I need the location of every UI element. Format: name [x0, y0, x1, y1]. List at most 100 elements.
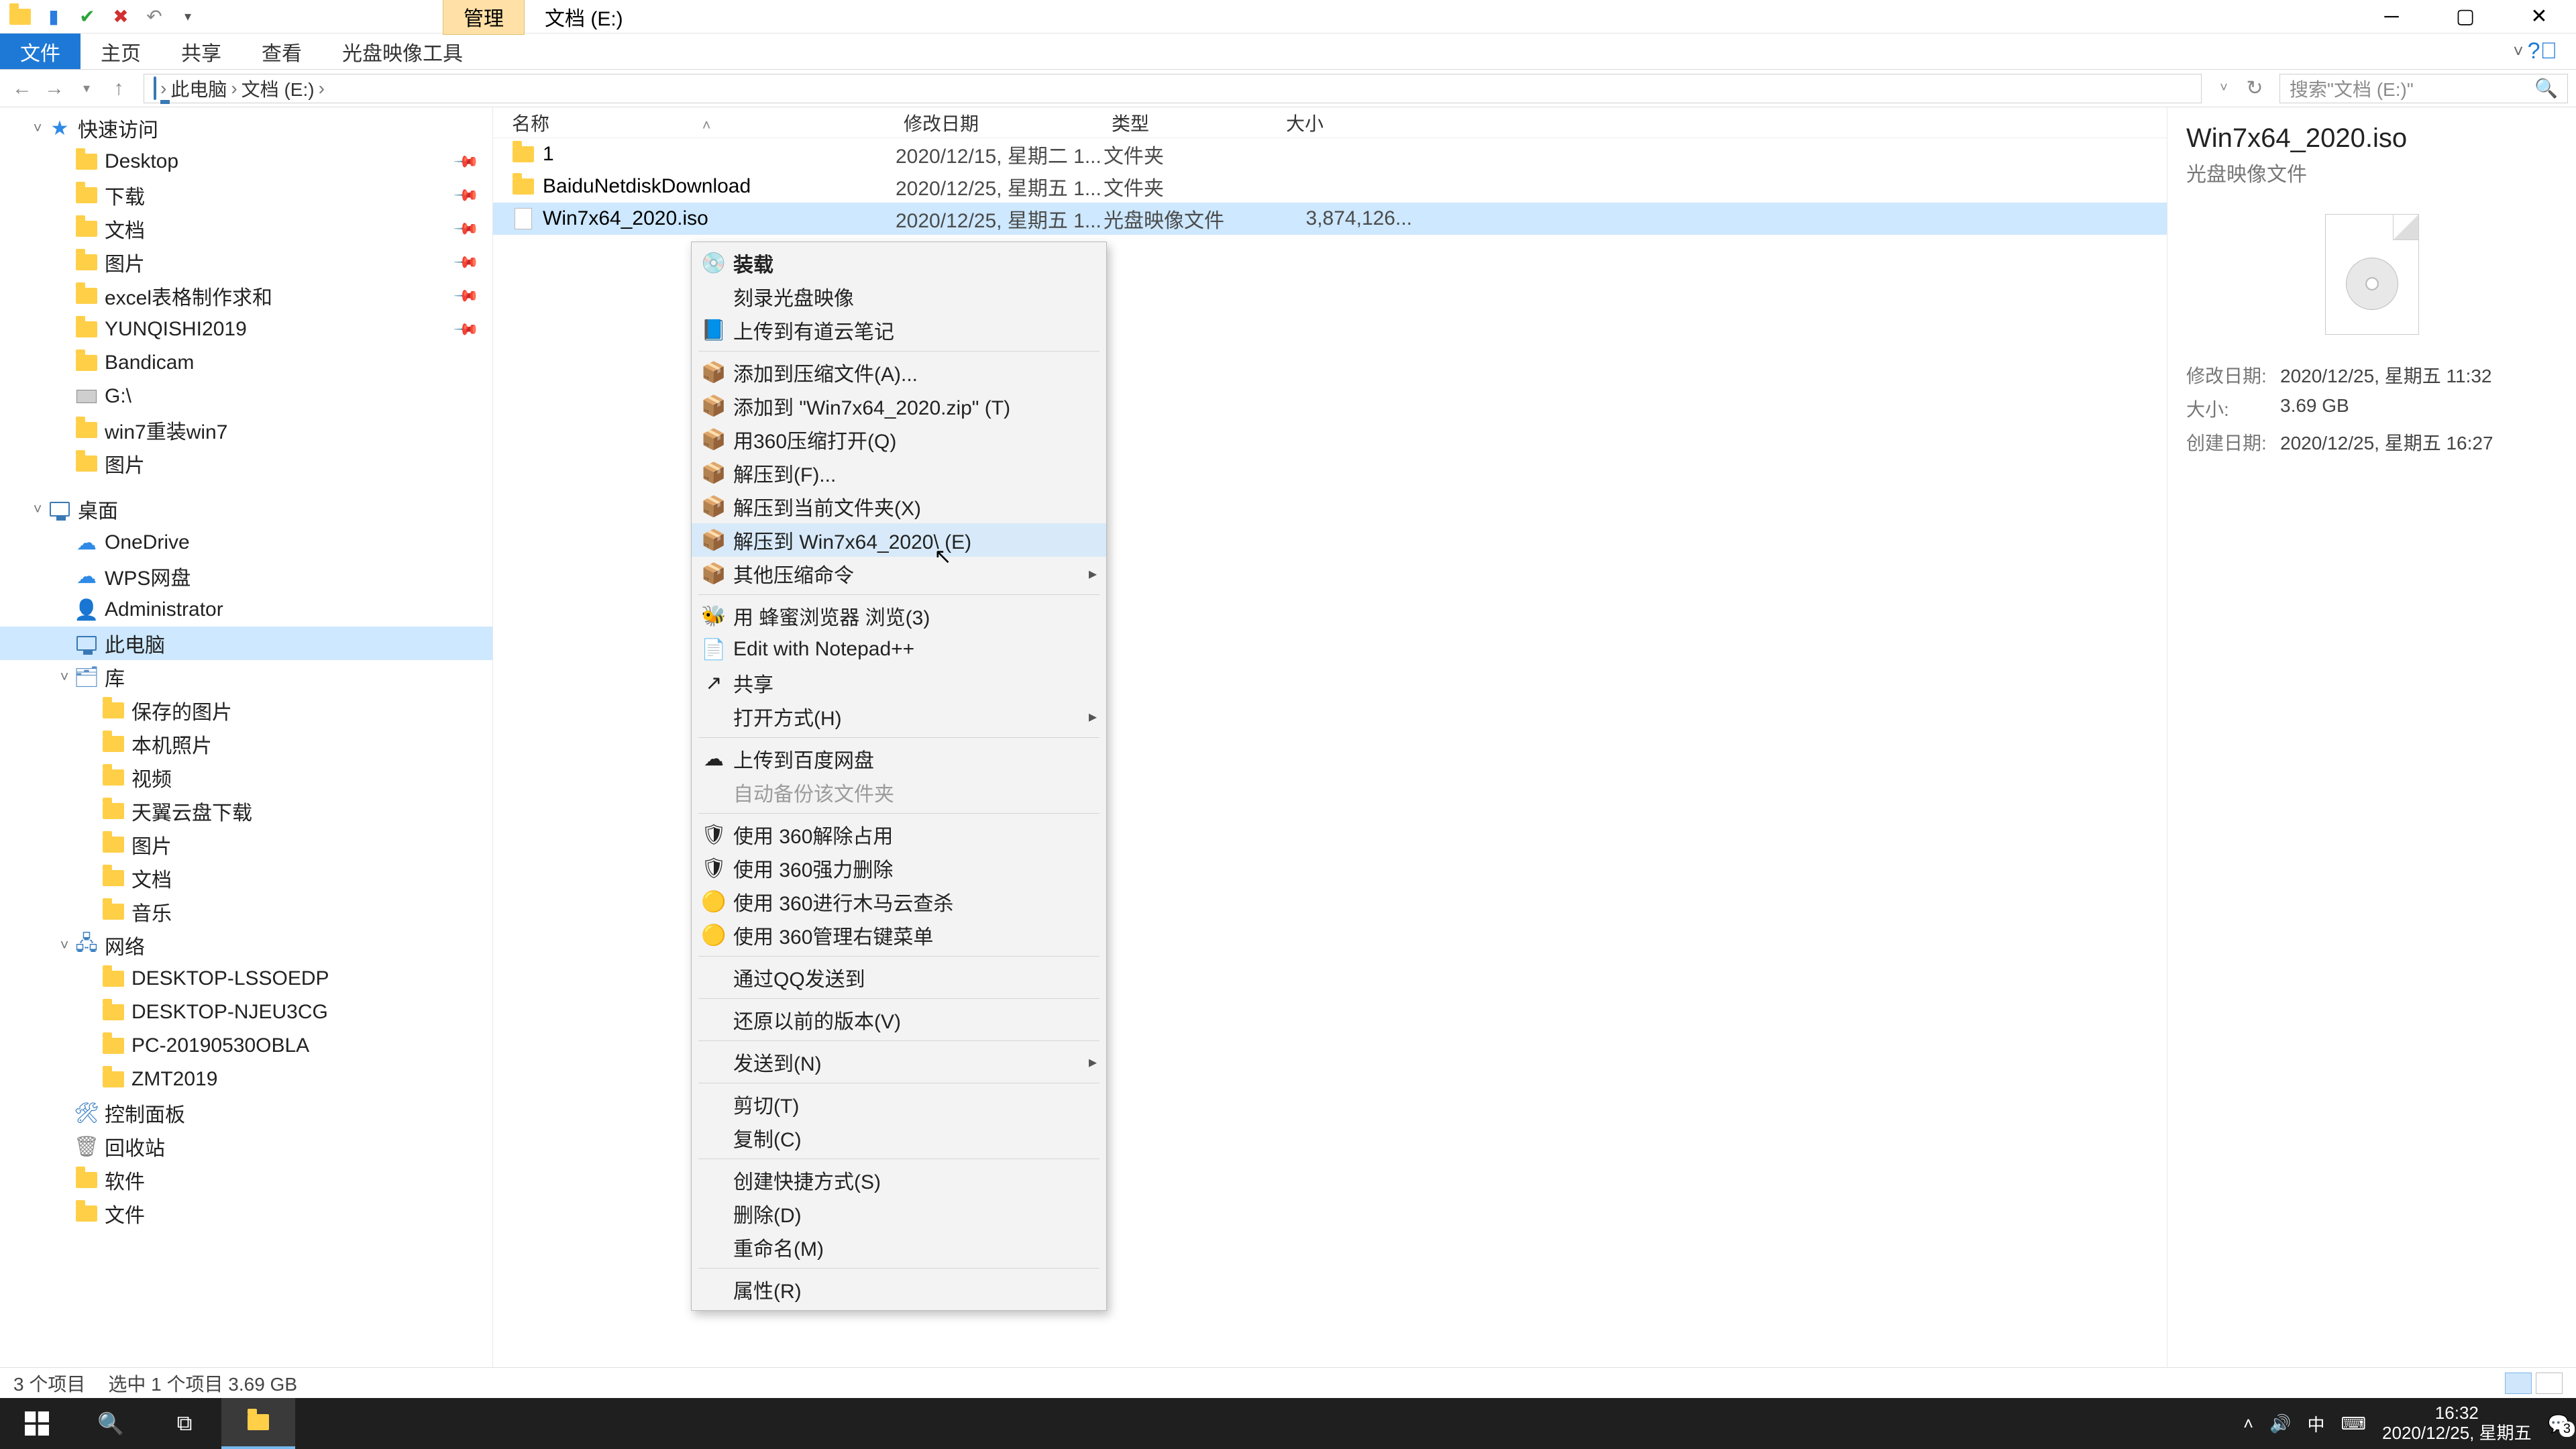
tree-item[interactable]: PC-20190530OBLA — [0, 1029, 492, 1063]
qat-check-icon[interactable]: ✔ — [74, 3, 101, 30]
task-view-button[interactable]: ⧉ — [148, 1398, 221, 1449]
qat-item[interactable]: ▮ — [40, 3, 67, 30]
column-header-size[interactable]: 大小 — [1278, 109, 1432, 136]
refresh-icon[interactable]: ↻ — [2241, 74, 2269, 103]
qat-dropdown-icon[interactable]: ▾ — [174, 3, 201, 30]
nav-recent-dropdown[interactable]: ▾ — [72, 74, 101, 103]
menu-item[interactable]: 属性(R) — [692, 1273, 1106, 1306]
menu-item[interactable]: 📦解压到 Win7x64_2020\ (E) — [692, 523, 1106, 557]
chevron-right-icon[interactable]: › — [231, 78, 237, 99]
view-details-button[interactable] — [2505, 1373, 2532, 1394]
column-header-date[interactable]: 修改日期 — [896, 109, 1104, 136]
tree-item[interactable]: ☁WPS网盘 — [0, 559, 492, 593]
breadcrumb[interactable]: 文档 (E:) — [241, 75, 315, 102]
menu-item[interactable]: 📦解压到(F)... — [692, 456, 1106, 490]
nav-forward-button[interactable]: → — [40, 74, 68, 103]
search-icon[interactable]: 🔍 — [2534, 77, 2558, 99]
keyboard-icon[interactable]: ⌨ — [2341, 1413, 2367, 1434]
tree-item[interactable]: excel表格制作求和📌 — [0, 279, 492, 313]
menu-item[interactable]: 📦解压到当前文件夹(X) — [692, 490, 1106, 523]
maximize-button[interactable]: ▢ — [2428, 0, 2502, 34]
search-input[interactable]: 搜索"文档 (E:)" 🔍 — [2279, 74, 2568, 103]
tree-item[interactable]: 🗑回收站 — [0, 1130, 492, 1163]
ribbon-tab-view[interactable]: 查看 — [241, 34, 322, 69]
minimize-button[interactable]: ─ — [2355, 0, 2428, 34]
chevron-right-icon[interactable]: › — [319, 78, 325, 99]
menu-item[interactable]: 🐝用 蜂蜜浏览器 浏览(3) — [692, 599, 1106, 633]
ime-indicator[interactable]: 中 — [2308, 1411, 2325, 1436]
tree-item[interactable]: YUNQISHI2019📌 — [0, 313, 492, 346]
tree-item[interactable]: ˅🗂库 — [0, 660, 492, 694]
ribbon-tab-disc-tools[interactable]: 光盘映像工具 — [322, 34, 483, 69]
tree-item[interactable]: ZMT2019 — [0, 1063, 492, 1096]
menu-item[interactable]: 💿装载 — [692, 246, 1106, 280]
menu-item[interactable]: 复制(C) — [692, 1121, 1106, 1155]
taskbar-search-button[interactable]: 🔍 — [74, 1398, 148, 1449]
menu-item[interactable]: 📄Edit with Notepad++ — [692, 633, 1106, 666]
tree-desktop[interactable]: ˅桌面 — [0, 492, 492, 526]
help-icon[interactable]: ?⃝ — [2528, 38, 2557, 64]
menu-item[interactable]: 📦添加到压缩文件(A)... — [692, 356, 1106, 389]
tree-item[interactable]: G:\ — [0, 380, 492, 413]
address-history-dropdown[interactable]: ˅ — [2210, 74, 2238, 103]
tree-item[interactable]: 此电脑 — [0, 627, 492, 660]
file-row[interactable]: BaiduNetdiskDownload2020/12/25, 星期五 1...… — [493, 170, 2167, 203]
menu-item[interactable]: 发送到(N)▸ — [692, 1045, 1106, 1079]
close-button[interactable]: ✕ — [2502, 0, 2576, 34]
ribbon-file[interactable]: 文件 — [0, 34, 80, 69]
tray-overflow-icon[interactable]: ˄ — [2243, 1413, 2253, 1434]
volume-icon[interactable]: 🔊 — [2269, 1413, 2291, 1434]
nav-up-button[interactable]: ↑ — [105, 74, 133, 103]
menu-item[interactable]: 重命名(M) — [692, 1230, 1106, 1264]
tree-item[interactable]: ˅🖧网络 — [0, 928, 492, 962]
tree-item[interactable]: 文档📌 — [0, 212, 492, 246]
view-icons-button[interactable] — [2536, 1373, 2563, 1394]
breadcrumb[interactable]: 此电脑 — [170, 75, 227, 102]
menu-item[interactable]: 还原以前的版本(V) — [692, 1003, 1106, 1036]
tree-item[interactable]: 音乐 — [0, 895, 492, 928]
qat-delete-icon[interactable]: ✖ — [107, 3, 134, 30]
menu-item[interactable]: 剪切(T) — [692, 1087, 1106, 1121]
tree-item[interactable]: 图片 — [0, 447, 492, 480]
tree-item[interactable]: 文件 — [0, 1197, 492, 1230]
action-center-icon[interactable]: 💬3 — [2548, 1413, 2569, 1434]
address-bar[interactable]: › 此电脑 › 文档 (E:) › — [144, 74, 2202, 103]
contextual-tab[interactable]: 管理 — [443, 0, 525, 35]
nav-back-button[interactable]: ← — [8, 74, 36, 103]
chevron-right-icon[interactable]: › — [160, 78, 166, 99]
tree-item[interactable]: DESKTOP-LSSOEDP — [0, 962, 492, 996]
tray-clock[interactable]: 16:322020/12/25, 星期五 — [2382, 1403, 2532, 1444]
menu-item[interactable]: 创建快捷方式(S) — [692, 1163, 1106, 1197]
tree-item[interactable]: 视频 — [0, 761, 492, 794]
menu-item[interactable]: 🟡使用 360管理右键菜单 — [692, 918, 1106, 952]
tree-item[interactable]: 软件 — [0, 1163, 492, 1197]
menu-item[interactable]: 🛡使用 360强力删除 — [692, 851, 1106, 885]
tree-item[interactable]: Bandicam — [0, 346, 492, 380]
menu-item[interactable]: 📦用360压缩打开(Q) — [692, 423, 1106, 456]
tree-item[interactable]: ☁OneDrive — [0, 526, 492, 559]
menu-item[interactable]: 删除(D) — [692, 1197, 1106, 1230]
tree-item[interactable]: 下载📌 — [0, 178, 492, 212]
tree-item[interactable]: 图片 — [0, 828, 492, 861]
menu-item[interactable]: ↗共享 — [692, 666, 1106, 700]
tree-item[interactable]: win7重装win7 — [0, 413, 492, 447]
tree-item[interactable]: 👤Administrator — [0, 593, 492, 627]
taskbar[interactable]: 🔍 ⧉ ˄ 🔊 中 ⌨ 16:322020/12/25, 星期五 💬3 — [0, 1398, 2576, 1449]
menu-item[interactable]: 通过QQ发送到 — [692, 961, 1106, 994]
menu-item[interactable]: 📘上传到有道云笔记 — [692, 313, 1106, 347]
tree-item[interactable]: 文档 — [0, 861, 492, 895]
file-row[interactable]: 12020/12/15, 星期二 1...文件夹 — [493, 138, 2167, 170]
ribbon-expand-icon[interactable]: ˅ — [2513, 41, 2523, 62]
menu-item[interactable]: 刻录光盘映像 — [692, 280, 1106, 313]
tree-item[interactable]: Desktop📌 — [0, 145, 492, 178]
menu-item[interactable]: 打开方式(H)▸ — [692, 700, 1106, 733]
navigation-tree[interactable]: ˅★快速访问Desktop📌下载📌文档📌图片📌excel表格制作求和📌YUNQI… — [0, 107, 493, 1367]
tree-item[interactable]: 保存的图片 — [0, 694, 492, 727]
tree-quick-access[interactable]: ˅★快速访问 — [0, 111, 492, 145]
qat-undo-icon[interactable]: ↶ — [141, 3, 168, 30]
taskbar-explorer-button[interactable] — [221, 1398, 295, 1449]
menu-item[interactable]: 📦其他压缩命令▸ — [692, 557, 1106, 590]
menu-item[interactable]: 🟡使用 360进行木马云查杀 — [692, 885, 1106, 918]
ribbon-tab-home[interactable]: 主页 — [80, 34, 161, 69]
column-header-name[interactable]: 名称 ˄ — [493, 109, 896, 136]
